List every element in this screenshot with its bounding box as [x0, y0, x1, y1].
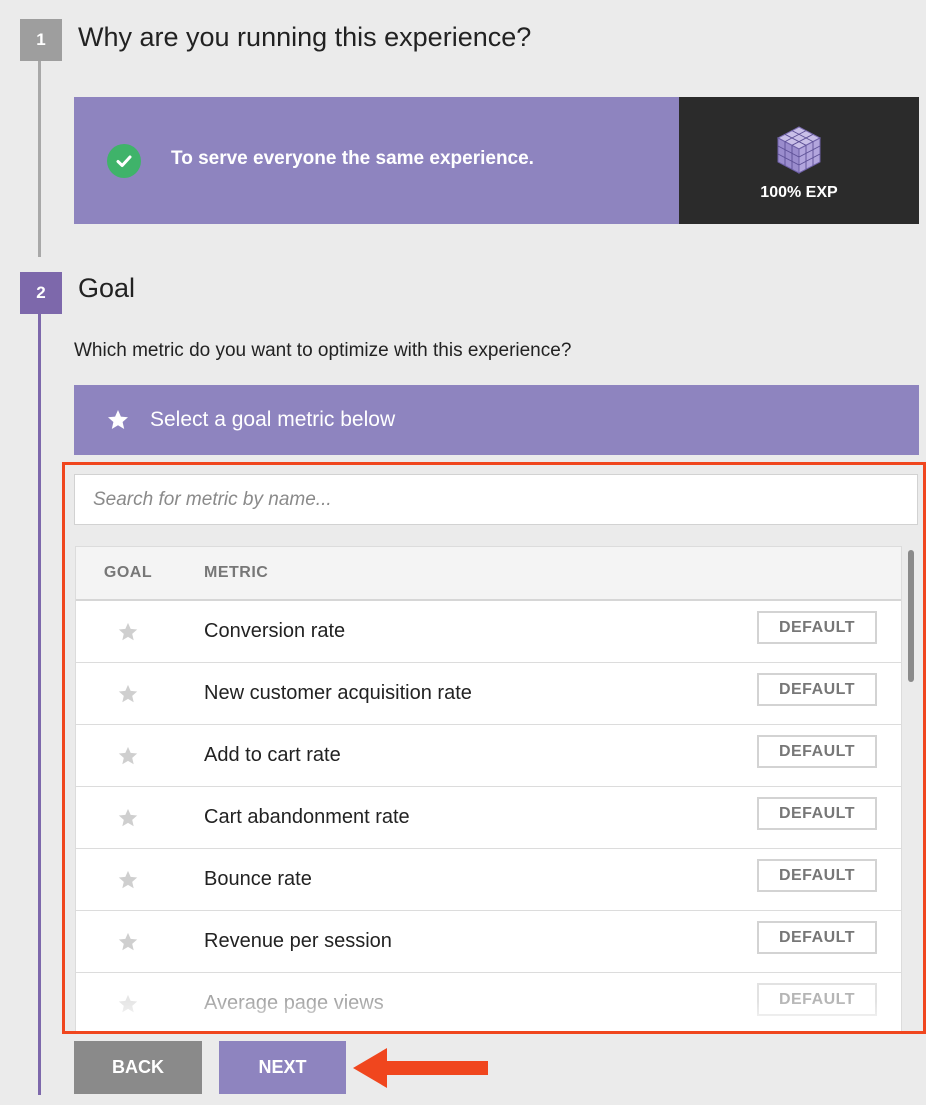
- table-row[interactable]: Cart abandonment rate DEFAULT: [76, 787, 901, 849]
- check-circle-icon: [107, 143, 141, 178]
- default-badge[interactable]: DEFAULT: [757, 611, 877, 644]
- metric-selection-panel: GOAL METRIC Conversion rate DEFAULT New …: [62, 462, 926, 1034]
- goal-star-icon[interactable]: [76, 807, 180, 829]
- default-badge[interactable]: DEFAULT: [757, 921, 877, 954]
- metric-table: GOAL METRIC Conversion rate DEFAULT New …: [75, 546, 902, 1031]
- step-number-2: 2: [20, 272, 62, 314]
- table-row[interactable]: Revenue per session DEFAULT: [76, 911, 901, 973]
- experience-type-badge: 100% EXP: [679, 97, 919, 224]
- goal-star-icon[interactable]: [76, 621, 180, 643]
- back-button[interactable]: BACK: [74, 1041, 202, 1094]
- star-icon: [108, 410, 128, 429]
- default-badge[interactable]: DEFAULT: [757, 859, 877, 892]
- next-button[interactable]: NEXT: [219, 1041, 346, 1094]
- metric-search-input[interactable]: [74, 474, 918, 525]
- goal-star-icon[interactable]: [76, 745, 180, 767]
- experience-type-card[interactable]: To serve everyone the same experience. 1…: [74, 97, 919, 224]
- goal-banner-label: Select a goal metric below: [150, 408, 396, 431]
- table-row[interactable]: Average page views DEFAULT: [76, 973, 901, 1031]
- column-header-metric: METRIC: [204, 564, 269, 581]
- metric-table-scrollbar[interactable]: [904, 546, 916, 1031]
- table-row[interactable]: Conversion rate DEFAULT: [76, 601, 901, 663]
- experience-type-name: 100% EXP: [760, 183, 838, 201]
- column-header-goal: GOAL: [103, 564, 153, 581]
- goal-star-icon[interactable]: [76, 683, 180, 705]
- table-row[interactable]: Add to cart rate DEFAULT: [76, 725, 901, 787]
- experience-type-label: To serve everyone the same experience.: [171, 147, 534, 169]
- default-badge[interactable]: DEFAULT: [757, 673, 877, 706]
- table-header: GOAL METRIC: [76, 547, 901, 601]
- step-connector-1: [38, 61, 41, 257]
- default-badge[interactable]: DEFAULT: [757, 983, 877, 1016]
- default-badge[interactable]: DEFAULT: [757, 797, 877, 830]
- goal-selection-banner: Select a goal metric below: [74, 385, 919, 455]
- experience-type-main[interactable]: To serve everyone the same experience.: [74, 97, 679, 224]
- table-row[interactable]: New customer acquisition rate DEFAULT: [76, 663, 901, 725]
- goal-star-icon[interactable]: [76, 993, 180, 1015]
- scrollbar-thumb[interactable]: [908, 550, 914, 682]
- step-connector-2: [38, 314, 41, 1095]
- goal-star-icon[interactable]: [76, 931, 180, 953]
- goal-star-icon[interactable]: [76, 869, 180, 891]
- cube-icon: [776, 125, 822, 174]
- goal-question: Which metric do you want to optimize wit…: [74, 340, 572, 361]
- step-title-1: Why are you running this experience?: [78, 22, 532, 52]
- pointer-arrow-icon: [353, 1048, 488, 1088]
- step-number-1: 1: [20, 19, 62, 61]
- default-badge[interactable]: DEFAULT: [757, 735, 877, 768]
- table-row[interactable]: Bounce rate DEFAULT: [76, 849, 901, 911]
- step-title-2: Goal: [78, 273, 136, 303]
